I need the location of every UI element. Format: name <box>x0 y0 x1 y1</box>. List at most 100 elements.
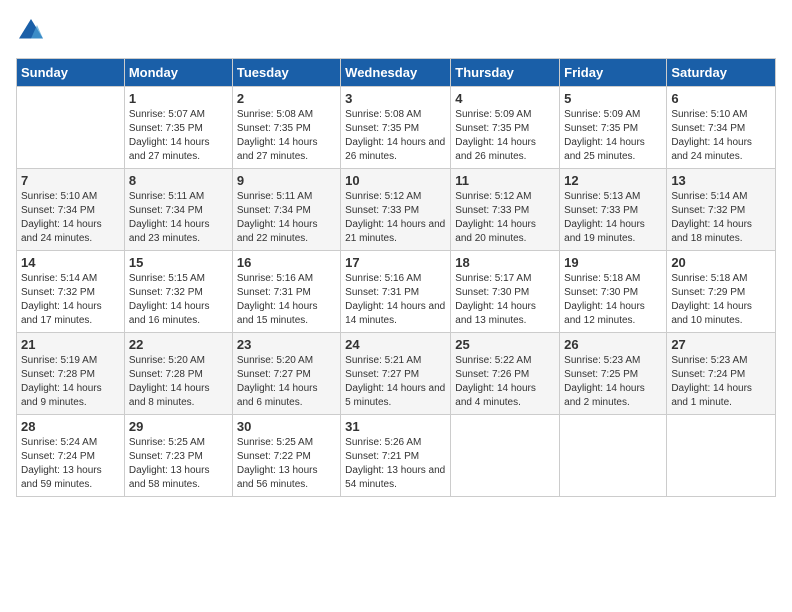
calendar-cell <box>667 415 776 497</box>
day-info: Sunrise: 5:09 AMSunset: 7:35 PMDaylight:… <box>564 108 662 164</box>
day-number: 2 <box>237 91 336 106</box>
day-number: 16 <box>237 255 336 270</box>
calendar-cell: 10 Sunrise: 5:12 AMSunset: 7:33 PMDayligh… <box>341 169 451 251</box>
calendar-cell: 30Sunrise: 5:25 AMSunset: 7:22 PMDayligh… <box>232 415 340 497</box>
calendar-cell: 24 Sunrise: 5:21 AMSunset: 7:27 PMDayligh… <box>341 333 451 415</box>
calendar-cell: 22 Sunrise: 5:20 AMSunset: 7:28 PMDayligh… <box>124 333 232 415</box>
day-info: Sunrise: 5:25 AMSunset: 7:23 PMDaylight:… <box>129 436 228 492</box>
day-number: 24 <box>345 337 446 352</box>
calendar-cell <box>451 415 560 497</box>
calendar-cell: 3Sunrise: 5:08 AMSunset: 7:35 PMDaylight… <box>341 87 451 169</box>
calendar-cell: 31 Sunrise: 5:26 AMSunset: 7:21 PMDayligh… <box>341 415 451 497</box>
calendar-cell: 21 Sunrise: 5:19 AMSunset: 7:28 PMDayligh… <box>17 333 125 415</box>
day-info: Sunrise: 5:18 AMSunset: 7:30 PMDaylight:… <box>564 272 662 328</box>
day-info: Sunrise: 5:10 AMSunset: 7:34 PMDaylight:… <box>21 190 120 246</box>
calendar-cell: 8 Sunrise: 5:11 AMSunset: 7:34 PMDaylight… <box>124 169 232 251</box>
day-info: Sunrise: 5:18 AMSunset: 7:29 PMDaylight:… <box>671 272 771 328</box>
day-info: Sunrise: 5:11 AMSunset: 7:34 PMDaylight:… <box>129 190 228 246</box>
day-info: Sunrise: 5:20 AMSunset: 7:27 PMDaylight:… <box>237 354 336 410</box>
calendar-cell: 2 Sunrise: 5:08 AMSunset: 7:35 PMDaylight… <box>232 87 340 169</box>
day-info: Sunrise: 5:14 AMSunset: 7:32 PMDaylight:… <box>671 190 771 246</box>
calendar-cell: 12 Sunrise: 5:13 AMSunset: 7:33 PMDayligh… <box>560 169 667 251</box>
calendar-cell: 27 Sunrise: 5:23 AMSunset: 7:24 PMDayligh… <box>667 333 776 415</box>
day-info: Sunrise: 5:12 AMSunset: 7:33 PMDaylight:… <box>345 190 446 246</box>
day-info: Sunrise: 5:08 AMSunset: 7:35 PMDaylight:… <box>345 108 446 164</box>
calendar-cell: 25 Sunrise: 5:22 AMSunset: 7:26 PMDayligh… <box>451 333 560 415</box>
day-number: 26 <box>564 337 662 352</box>
day-number: 30 <box>237 419 336 434</box>
day-number: 23 <box>237 337 336 352</box>
day-number: 6 <box>671 91 771 106</box>
day-number: 12 <box>564 173 662 188</box>
calendar-cell: 1 Sunrise: 5:07 AMSunset: 7:35 PMDaylight… <box>124 87 232 169</box>
day-number: 9 <box>237 173 336 188</box>
calendar-cell: 15 Sunrise: 5:15 AMSunset: 7:32 PMDayligh… <box>124 251 232 333</box>
day-info: Sunrise: 5:14 AMSunset: 7:32 PMDaylight:… <box>21 272 120 328</box>
day-number: 15 <box>129 255 228 270</box>
page-header <box>16 16 776 46</box>
day-info: Sunrise: 5:09 AMSunset: 7:35 PMDaylight:… <box>455 108 555 164</box>
day-info: Sunrise: 5:13 AMSunset: 7:33 PMDaylight:… <box>564 190 662 246</box>
column-header-tuesday: Tuesday <box>232 59 340 87</box>
calendar-cell: 5 Sunrise: 5:09 AMSunset: 7:35 PMDaylight… <box>560 87 667 169</box>
calendar-cell: 6 Sunrise: 5:10 AMSunset: 7:34 PMDaylight… <box>667 87 776 169</box>
calendar-cell: 16 Sunrise: 5:16 AMSunset: 7:31 PMDayligh… <box>232 251 340 333</box>
day-info: Sunrise: 5:16 AMSunset: 7:31 PMDaylight:… <box>237 272 336 328</box>
day-number: 25 <box>455 337 555 352</box>
calendar-cell: 19 Sunrise: 5:18 AMSunset: 7:30 PMDayligh… <box>560 251 667 333</box>
day-number: 1 <box>129 91 228 106</box>
day-info: Sunrise: 5:17 AMSunset: 7:30 PMDaylight:… <box>455 272 555 328</box>
day-number: 20 <box>671 255 771 270</box>
day-number: 4 <box>455 91 555 106</box>
day-number: 19 <box>564 255 662 270</box>
day-number: 21 <box>21 337 120 352</box>
calendar-cell: 18 Sunrise: 5:17 AMSunset: 7:30 PMDayligh… <box>451 251 560 333</box>
day-number: 18 <box>455 255 555 270</box>
column-header-wednesday: Wednesday <box>341 59 451 87</box>
day-info: Sunrise: 5:21 AMSunset: 7:27 PMDaylight:… <box>345 354 446 410</box>
calendar-cell: 17 Sunrise: 5:16 AMSunset: 7:31 PMDayligh… <box>341 251 451 333</box>
day-number: 5 <box>564 91 662 106</box>
day-info: Sunrise: 5:26 AMSunset: 7:21 PMDaylight:… <box>345 436 446 492</box>
day-number: 22 <box>129 337 228 352</box>
column-header-sunday: Sunday <box>17 59 125 87</box>
day-info: Sunrise: 5:22 AMSunset: 7:26 PMDaylight:… <box>455 354 555 410</box>
day-number: 28 <box>21 419 120 434</box>
calendar-cell <box>560 415 667 497</box>
day-number: 13 <box>671 173 771 188</box>
logo <box>16 16 50 46</box>
day-number: 10 <box>345 173 446 188</box>
calendar-cell <box>17 87 125 169</box>
column-header-monday: Monday <box>124 59 232 87</box>
calendar-cell: 11 Sunrise: 5:12 AMSunset: 7:33 PMDayligh… <box>451 169 560 251</box>
day-info: Sunrise: 5:16 AMSunset: 7:31 PMDaylight:… <box>345 272 446 328</box>
day-info: Sunrise: 5:23 AMSunset: 7:25 PMDaylight:… <box>564 354 662 410</box>
calendar-cell: 7 Sunrise: 5:10 AMSunset: 7:34 PMDaylight… <box>17 169 125 251</box>
column-header-thursday: Thursday <box>451 59 560 87</box>
day-info: Sunrise: 5:12 AMSunset: 7:33 PMDaylight:… <box>455 190 555 246</box>
day-info: Sunrise: 5:11 AMSunset: 7:34 PMDaylight:… <box>237 190 336 246</box>
day-info: Sunrise: 5:20 AMSunset: 7:28 PMDaylight:… <box>129 354 228 410</box>
day-number: 7 <box>21 173 120 188</box>
day-info: Sunrise: 5:23 AMSunset: 7:24 PMDaylight:… <box>671 354 771 410</box>
column-header-saturday: Saturday <box>667 59 776 87</box>
column-header-friday: Friday <box>560 59 667 87</box>
day-info: Sunrise: 5:15 AMSunset: 7:32 PMDaylight:… <box>129 272 228 328</box>
logo-icon <box>16 16 46 46</box>
calendar-cell: 9 Sunrise: 5:11 AMSunset: 7:34 PMDaylight… <box>232 169 340 251</box>
day-number: 31 <box>345 419 446 434</box>
day-number: 8 <box>129 173 228 188</box>
calendar-cell: 29Sunrise: 5:25 AMSunset: 7:23 PMDayligh… <box>124 415 232 497</box>
calendar-table: SundayMondayTuesdayWednesdayThursdayFrid… <box>16 58 776 497</box>
day-info: Sunrise: 5:24 AMSunset: 7:24 PMDaylight:… <box>21 436 120 492</box>
day-info: Sunrise: 5:10 AMSunset: 7:34 PMDaylight:… <box>671 108 771 164</box>
day-info: Sunrise: 5:08 AMSunset: 7:35 PMDaylight:… <box>237 108 336 164</box>
day-info: Sunrise: 5:07 AMSunset: 7:35 PMDaylight:… <box>129 108 228 164</box>
calendar-cell: 26 Sunrise: 5:23 AMSunset: 7:25 PMDayligh… <box>560 333 667 415</box>
calendar-cell: 14Sunrise: 5:14 AMSunset: 7:32 PMDayligh… <box>17 251 125 333</box>
day-number: 17 <box>345 255 446 270</box>
day-number: 27 <box>671 337 771 352</box>
day-info: Sunrise: 5:19 AMSunset: 7:28 PMDaylight:… <box>21 354 120 410</box>
day-number: 11 <box>455 173 555 188</box>
calendar-cell: 20 Sunrise: 5:18 AMSunset: 7:29 PMDayligh… <box>667 251 776 333</box>
